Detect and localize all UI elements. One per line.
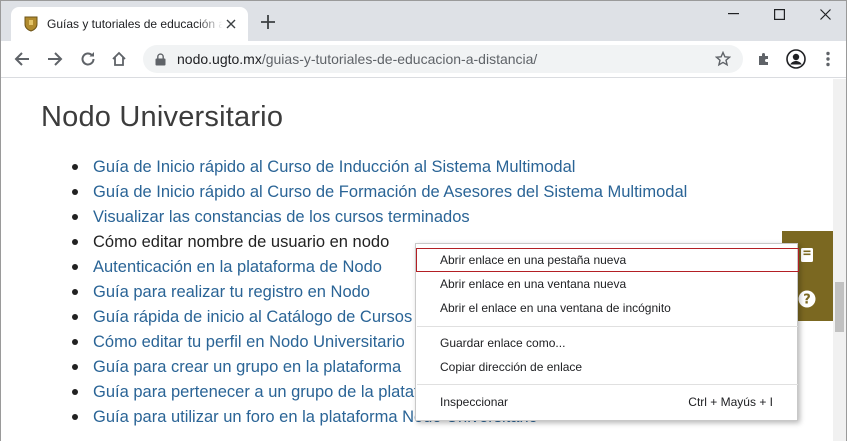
menu-item-label: Abrir enlace en una pestaña nueva [440, 253, 627, 267]
list-item-link[interactable]: Visualizar las constancias de los cursos… [71, 207, 687, 232]
reload-icon[interactable] [77, 48, 99, 70]
minimize-icon[interactable] [710, 1, 756, 27]
list-item-link[interactable]: Guía de Inicio rápido al Curso de Inducc… [71, 157, 687, 182]
vertical-scrollbar[interactable] [833, 79, 846, 441]
close-window-icon[interactable] [802, 1, 847, 27]
menu-item-label: Abrir el enlace en una ventana de incógn… [440, 301, 671, 315]
close-tab-icon[interactable] [224, 17, 238, 31]
svg-text:?: ? [803, 293, 811, 308]
book-icon[interactable] [797, 245, 817, 265]
url-path: /guias-y-tutoriales-de-educacion-a-dista… [261, 51, 538, 67]
maximize-icon[interactable] [756, 1, 802, 27]
back-arrow-icon[interactable] [11, 48, 33, 70]
menu-item-inspect[interactable]: Inspeccionar Ctrl + Mayús + I [416, 390, 799, 414]
url-domain: nodo.ugto.mx [177, 51, 262, 67]
menu-item-open-new-tab[interactable]: Abrir enlace en una pestaña nueva [416, 248, 799, 272]
menu-item-save-link[interactable]: Guardar enlace como... [416, 331, 799, 355]
menu-item-copy-link[interactable]: Copiar dirección de enlace [416, 355, 799, 379]
menu-item-label: Copiar dirección de enlace [440, 360, 583, 374]
menu-separator [417, 326, 798, 327]
menu-separator [417, 384, 798, 385]
page-heading: Nodo Universitario [41, 101, 284, 133]
menu-item-open-new-window[interactable]: Abrir enlace en una ventana nueva [416, 272, 799, 296]
profile-avatar-icon[interactable] [785, 48, 807, 70]
tab-title: Guías y tutoriales de educación a distan… [47, 17, 223, 31]
menu-item-open-incognito[interactable]: Abrir el enlace en una ventana de incógn… [416, 296, 799, 320]
menu-item-label: Inspeccionar [440, 395, 509, 409]
ugto-crest-icon [23, 16, 39, 32]
browser-toolbar: nodo.ugto.mx/guias-y-tutoriales-de-educa… [1, 41, 846, 78]
menu-item-label: Abrir enlace en una ventana nueva [440, 277, 627, 291]
address-bar[interactable]: nodo.ugto.mx/guias-y-tutoriales-de-educa… [143, 45, 743, 73]
new-tab-icon[interactable] [259, 13, 277, 31]
list-item-link[interactable]: Guía de Inicio rápido al Curso de Formac… [71, 182, 687, 207]
bookmark-star-icon[interactable] [715, 51, 731, 67]
browser-tab[interactable]: Guías y tutoriales de educación a distan… [11, 7, 248, 41]
menu-item-label: Guardar enlace como... [440, 336, 566, 350]
forward-arrow-icon[interactable] [44, 48, 66, 70]
extensions-puzzle-icon[interactable] [753, 48, 775, 70]
context-menu: Abrir enlace en una pestaña nueva Abrir … [415, 243, 799, 421]
menu-item-shortcut: Ctrl + Mayús + I [688, 395, 773, 409]
home-icon[interactable] [108, 48, 130, 70]
lock-icon[interactable] [155, 52, 167, 66]
url-text: nodo.ugto.mx/guias-y-tutoriales-de-educa… [177, 51, 537, 67]
tab-strip: Guías y tutoriales de educación a distan… [1, 1, 846, 41]
browser-menu-icon[interactable] [817, 48, 839, 70]
help-icon[interactable]: ? [797, 289, 817, 309]
scrollbar-thumb[interactable] [835, 282, 844, 332]
